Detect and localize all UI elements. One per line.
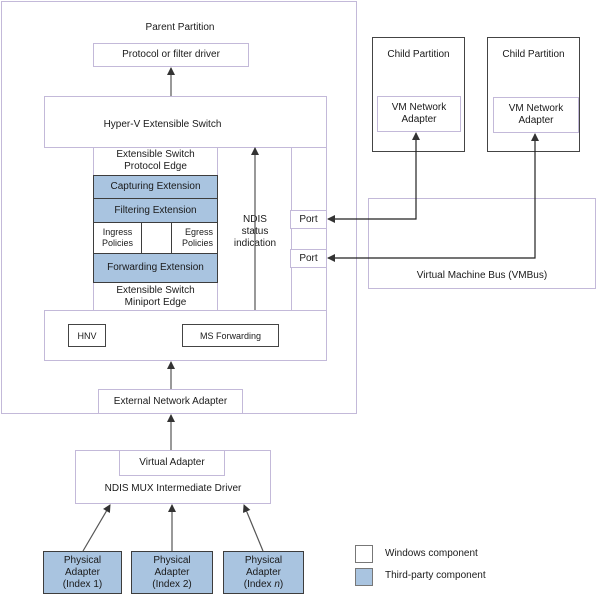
switch-right-column <box>291 147 327 311</box>
miniport-edge-label: Extensible Switch Miniport Edge <box>94 285 217 309</box>
ms-forwarding-label: MS Forwarding <box>199 330 262 341</box>
physical-adapter-2: Physical Adapter (Index 2) <box>131 551 213 594</box>
vmbus-label: Virtual Machine Bus (VMBus) <box>416 270 548 281</box>
vm-adapter-2-line2: Adapter <box>518 115 554 126</box>
arrow-physical-n-to-mux <box>242 504 264 552</box>
vm-adapter-1-line2: Adapter <box>401 114 437 125</box>
vm-adapter-1: VM Network Adapter <box>377 96 461 132</box>
virtual-adapter-label: Virtual Adapter <box>139 457 205 468</box>
miniport-edge-line2: Miniport Edge <box>124 297 187 308</box>
port-1-label: Port <box>299 213 318 225</box>
physical-adapter-2-index: (Index 2) <box>152 578 192 590</box>
egress-policies: Egress Policies <box>171 222 218 254</box>
protocol-driver-label: Protocol or filter driver <box>122 49 220 60</box>
protocol-driver-box: Protocol or filter driver <box>93 43 249 67</box>
legend-windows-swatch <box>355 545 373 563</box>
child-partition-2-title: Child Partition <box>502 49 565 60</box>
legend-third-party-label: Third-party component <box>385 570 486 581</box>
physical-adapter-1-index: (Index 1) <box>62 578 103 590</box>
ingress-line2: Policies <box>101 238 133 248</box>
external-adapter-box: External Network Adapter <box>98 389 243 414</box>
arrow-physical-1-to-mux <box>82 504 111 552</box>
protocol-edge-label: Extensible Switch Protocol Edge <box>94 149 217 173</box>
ndis-mux-label: NDIS MUX Intermediate Driver <box>104 483 242 494</box>
ingress-policies: Ingress Policies <box>93 222 142 254</box>
miniport-edge-line1: Extensible Switch <box>116 285 195 296</box>
hnv-box: HNV <box>68 324 106 347</box>
vm-adapter-2-line1: VM Network <box>508 103 564 114</box>
ms-forwarding-box: MS Forwarding <box>182 324 279 347</box>
capturing-extension-label: Capturing Extension <box>110 181 201 192</box>
physical-adapter-2-line2: Adapter <box>154 566 190 578</box>
port-2-label: Port <box>299 252 318 264</box>
ingress-line1: Ingress <box>102 227 133 237</box>
physical-adapter-n-index: (Index n) <box>243 578 284 590</box>
protocol-edge-line2: Protocol Edge <box>124 161 187 172</box>
external-adapter-label: External Network Adapter <box>113 395 228 407</box>
filtering-extension: Filtering Extension <box>93 198 218 223</box>
physical-adapter-n: Physical Adapter (Index n) <box>223 551 304 594</box>
legend-third-party-swatch <box>355 568 373 586</box>
egress-line2: Policies <box>181 238 213 248</box>
egress-line1: Egress <box>184 227 213 237</box>
physical-adapter-1-line1: Physical <box>63 554 102 566</box>
ndis-status-line2: status <box>241 226 269 237</box>
vm-adapter-2: VM Network Adapter <box>493 97 579 133</box>
ndis-status-line1: NDIS <box>243 214 267 225</box>
port-1[interactable]: Port <box>290 210 327 229</box>
virtual-adapter-box: Virtual Adapter <box>119 450 225 476</box>
hyperv-switch-title: Hyper-V Extensible Switch <box>103 119 222 130</box>
physical-adapter-n-line1: Physical <box>244 554 283 566</box>
physical-adapter-n-line2: Adapter <box>245 566 282 578</box>
physical-adapter-1: Physical Adapter (Index 1) <box>43 551 122 594</box>
legend-windows-label: Windows component <box>385 548 478 559</box>
forwarding-extension: Forwarding Extension <box>93 253 218 283</box>
forwarding-extension-label: Forwarding Extension <box>107 262 204 273</box>
parent-partition-title: Parent Partition <box>145 22 215 33</box>
ndis-status-label: NDIS status indication <box>220 214 290 250</box>
physical-adapter-2-line1: Physical <box>153 554 191 566</box>
vm-adapter-1-line1: VM Network <box>391 102 447 113</box>
ndis-status-line3: indication <box>233 238 277 249</box>
port-2[interactable]: Port <box>290 249 327 268</box>
protocol-edge-line1: Extensible Switch <box>116 149 195 160</box>
capturing-extension: Capturing Extension <box>93 175 218 199</box>
physical-adapter-1-line2: Adapter <box>64 566 101 578</box>
child-partition-1-title: Child Partition <box>387 49 450 60</box>
filtering-extension-label: Filtering Extension <box>114 204 197 216</box>
hnv-label: HNV <box>77 330 97 341</box>
